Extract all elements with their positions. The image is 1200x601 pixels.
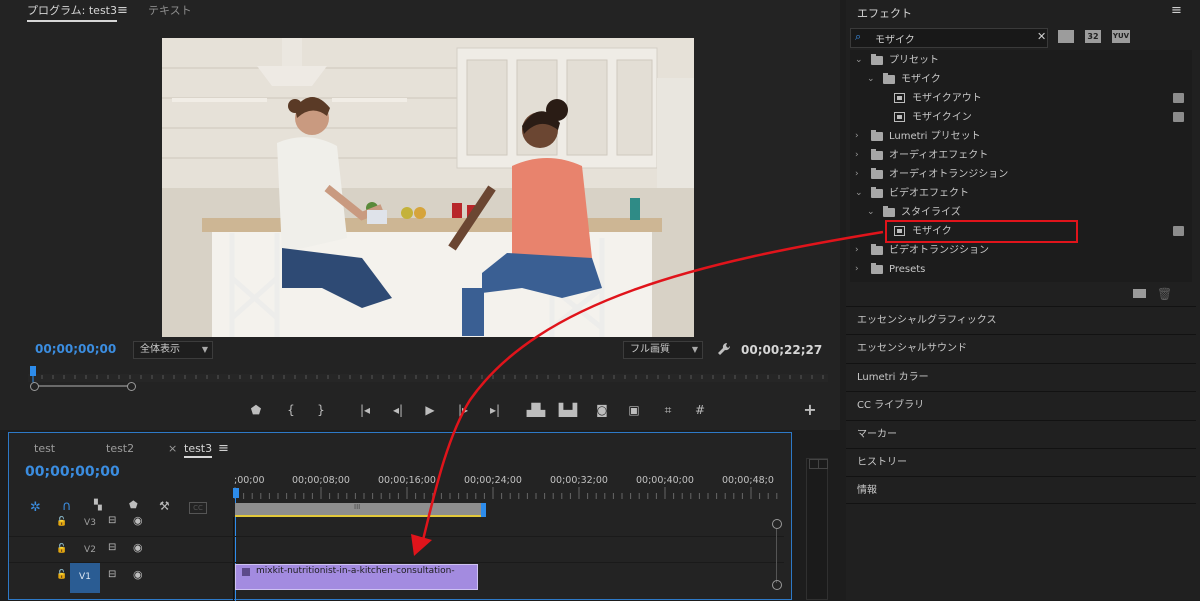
annotation-arrow: [411, 230, 884, 556]
arrow-head-icon: [411, 534, 432, 556]
